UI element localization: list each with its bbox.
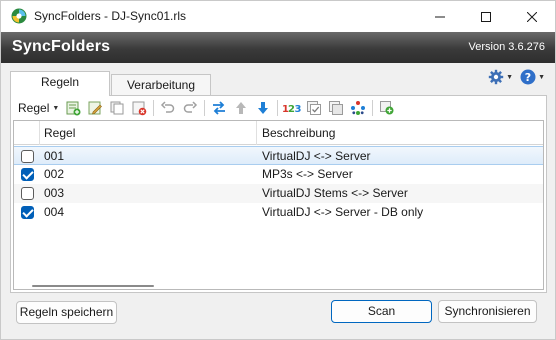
table-row[interactable]: 001 VirtualDJ <-> Server (14, 146, 543, 165)
tab-verarbeitung-label: Verarbeitung (126, 78, 196, 92)
close-button[interactable] (509, 1, 555, 32)
duplicate-button[interactable] (325, 97, 347, 119)
maximize-button[interactable] (463, 1, 509, 32)
select-column-header[interactable] (14, 121, 40, 145)
settings-button[interactable]: ▼ (488, 69, 513, 85)
color-dots-icon (351, 101, 366, 115)
swap-icon (213, 101, 226, 115)
grid-header: Regel Beschreibung (14, 121, 543, 145)
rule-checkbox[interactable] (21, 206, 34, 219)
app-window: SyncFolders - DJ-Sync01.rls SyncFolders … (0, 0, 556, 340)
chevron-down-icon: ▼ (538, 73, 545, 81)
add-group-icon (380, 101, 394, 115)
column-header-beschreibung[interactable]: Beschreibung (257, 121, 543, 145)
close-icon (527, 11, 537, 22)
new-rule-button[interactable] (62, 97, 84, 119)
maximize-icon (481, 11, 491, 22)
top-right-tools: ▼ ? ▼ (488, 68, 545, 86)
rules-toolbar: Regel ▼ 1 2 3 (13, 97, 398, 119)
save-rules-button[interactable]: Regeln speichern (16, 301, 117, 324)
help-button[interactable]: ? ▼ (520, 69, 545, 85)
copy-rule-icon (110, 101, 124, 115)
move-down-icon (258, 102, 269, 114)
tab-verarbeitung[interactable]: Verarbeitung (111, 74, 211, 96)
toolbar-separator (153, 100, 155, 116)
delete-rule-icon (132, 101, 147, 116)
help-icon: ? (520, 69, 536, 85)
synchronize-button[interactable]: Synchronisieren (438, 300, 537, 323)
rule-id: 004 (44, 205, 65, 219)
move-up-button[interactable] (230, 97, 252, 119)
tab-regeln-label: Regeln (40, 75, 80, 89)
edit-rule-button[interactable] (84, 97, 106, 119)
toolbar-separator (277, 100, 279, 116)
undo-icon (161, 101, 175, 113)
move-up-icon (236, 102, 247, 114)
swap-button[interactable] (208, 97, 230, 119)
horizontal-scrollbar[interactable] (14, 283, 543, 289)
header-banner: SyncFolders Version 3.6.276 (1, 32, 555, 63)
numbering-icon: 1 2 3 (282, 104, 302, 115)
scrollbar-thumb[interactable] (32, 285, 154, 287)
minimize-icon (435, 16, 445, 17)
numbering-button[interactable]: 1 2 3 (281, 97, 303, 119)
rule-menu[interactable]: Regel (13, 101, 52, 115)
add-group-button[interactable] (376, 97, 398, 119)
check-all-icon (307, 101, 322, 115)
rule-description: VirtualDJ Stems <-> Server (262, 186, 408, 200)
svg-text:?: ? (525, 71, 531, 84)
rule-id: 002 (44, 167, 65, 181)
version-label: Version 3.6.276 (468, 41, 545, 53)
rules-panel: Regel ▼ 1 2 3 Regel Beschreibung 001 Vir… (10, 95, 547, 293)
duplicate-icon (329, 101, 344, 115)
toolbar-separator (372, 100, 374, 116)
rule-checkbox[interactable] (21, 150, 34, 163)
app-logo-icon (11, 8, 27, 24)
check-all-button[interactable] (303, 97, 325, 119)
rule-description: MP3s <-> Server (262, 167, 353, 181)
rule-checkbox[interactable] (21, 168, 34, 181)
toolbar-separator (204, 100, 206, 116)
copy-rule-button[interactable] (106, 97, 128, 119)
color-dots-button[interactable] (347, 97, 369, 119)
app-name: SyncFolders (12, 38, 111, 55)
chevron-down-icon: ▼ (506, 73, 514, 81)
new-rule-icon (66, 101, 81, 116)
edit-rule-icon (88, 101, 103, 115)
title-bar[interactable]: SyncFolders - DJ-Sync01.rls (1, 1, 555, 32)
svg-text:3: 3 (295, 104, 302, 115)
redo-button[interactable] (179, 97, 201, 119)
table-row[interactable]: 002 MP3s <-> Server (14, 165, 543, 184)
rule-id: 003 (44, 186, 65, 200)
redo-icon (184, 101, 198, 113)
delete-rule-button[interactable] (128, 97, 150, 119)
table-row[interactable]: 003 VirtualDJ Stems <-> Server (14, 184, 543, 203)
undo-button[interactable] (157, 97, 179, 119)
table-row[interactable]: 004 VirtualDJ <-> Server - DB only (14, 203, 543, 222)
tab-regeln[interactable]: Regeln (10, 71, 110, 96)
column-header-regel[interactable]: Regel (40, 121, 257, 145)
rule-description: VirtualDJ <-> Server (262, 149, 371, 163)
gear-icon (488, 69, 504, 85)
rule-id: 001 (44, 149, 65, 163)
minimize-button[interactable] (417, 1, 463, 32)
window-title: SyncFolders - DJ-Sync01.rls (34, 9, 187, 23)
chevron-down-icon[interactable]: ▼ (52, 105, 59, 112)
rule-description: VirtualDJ <-> Server - DB only (262, 205, 424, 219)
move-down-button[interactable] (252, 97, 274, 119)
rule-checkbox[interactable] (21, 187, 34, 200)
rules-grid: Regel Beschreibung 001 VirtualDJ <-> Ser… (13, 120, 544, 290)
scan-button[interactable]: Scan (331, 300, 432, 323)
